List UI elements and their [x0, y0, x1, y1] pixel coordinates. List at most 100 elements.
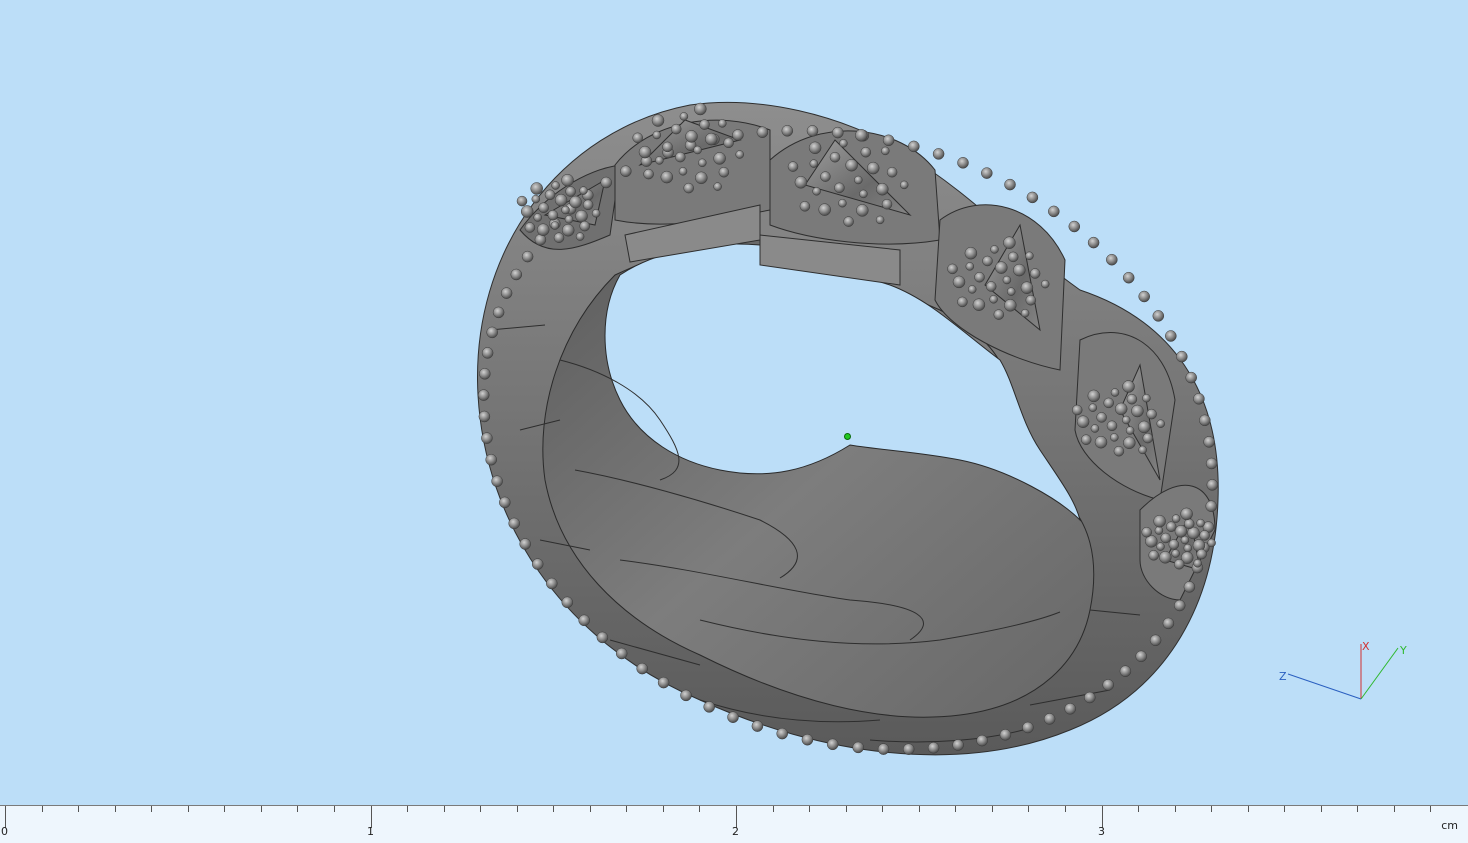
bead: [1196, 548, 1207, 560]
bead: [575, 209, 588, 223]
bead: [1176, 350, 1188, 363]
ruler-tick: [261, 806, 262, 812]
bead: [703, 701, 715, 713]
bead: [1084, 691, 1096, 704]
ruler-tick: [553, 806, 554, 812]
bead: [698, 158, 707, 168]
bead: [479, 368, 491, 380]
bead: [932, 148, 945, 160]
bead: [781, 125, 794, 137]
ruler-label: 0: [1, 825, 8, 838]
bead: [1180, 507, 1193, 521]
bead: [1160, 532, 1171, 544]
bead: [564, 215, 574, 224]
bead: [995, 261, 1008, 274]
bead: [1003, 236, 1016, 249]
bead: [521, 250, 534, 263]
rotation-pivot-marker: [844, 433, 851, 440]
y-axis-label: Y: [1399, 644, 1407, 657]
bead: [1148, 550, 1159, 561]
bead: [713, 152, 726, 165]
bead: [1029, 268, 1041, 279]
bead: [1138, 290, 1150, 303]
bead: [1087, 389, 1101, 403]
bead: [843, 216, 854, 227]
bead: [809, 159, 819, 168]
bead: [1138, 445, 1147, 455]
bead: [516, 195, 528, 207]
bead: [1004, 178, 1016, 191]
bead: [866, 161, 880, 175]
bead: [981, 167, 993, 179]
bead: [1183, 543, 1193, 553]
bead: [965, 262, 975, 271]
bead: [886, 166, 898, 178]
bead: [826, 738, 839, 751]
ruler-tick: [699, 806, 700, 812]
bead: [1193, 393, 1205, 405]
bead: [600, 176, 612, 189]
ruler-tick: [1357, 806, 1358, 812]
bead: [881, 198, 893, 210]
ring-3d-model[interactable]: [0, 0, 1468, 805]
bead: [1110, 433, 1119, 442]
bead: [660, 170, 674, 184]
bead: [727, 711, 739, 723]
bead: [1203, 436, 1215, 448]
bead: [1183, 581, 1196, 593]
bead: [510, 268, 523, 281]
bead: [1154, 526, 1164, 535]
ruler-tick: [590, 806, 591, 812]
bead: [1199, 414, 1211, 427]
ruler-tick: [1394, 806, 1395, 812]
bead: [756, 126, 769, 138]
bead: [1165, 330, 1177, 342]
bead: [481, 347, 494, 359]
bead: [751, 720, 764, 732]
ruler-tick: [297, 806, 298, 812]
bead: [799, 201, 811, 212]
bead: [1141, 526, 1152, 538]
3d-viewport[interactable]: X Y Z: [0, 0, 1468, 805]
bead: [787, 161, 799, 172]
bead: [591, 209, 601, 218]
bead: [794, 176, 808, 189]
bead: [638, 145, 652, 159]
bead: [1142, 393, 1151, 403]
bead: [680, 689, 692, 702]
ruler-tick: [334, 806, 335, 812]
bead: [662, 141, 673, 153]
bead: [818, 203, 831, 216]
bead: [536, 223, 550, 236]
bead: [801, 733, 814, 746]
bead: [854, 175, 863, 185]
bead: [582, 199, 594, 211]
bead: [1142, 432, 1154, 444]
ruler-tick: [1028, 806, 1029, 812]
bead: [531, 194, 541, 204]
bead: [972, 298, 986, 311]
bead: [1146, 408, 1157, 420]
bead: [1206, 479, 1219, 491]
bead: [902, 743, 915, 755]
bead: [964, 246, 978, 260]
ruler-tick: [151, 806, 152, 812]
bead: [1137, 420, 1151, 434]
bead: [596, 631, 609, 644]
bead: [554, 193, 568, 207]
bead: [565, 186, 576, 197]
ruler-label: 2: [732, 825, 739, 838]
bead: [1196, 518, 1205, 528]
bead: [1113, 445, 1125, 457]
bead: [553, 232, 565, 243]
bead: [579, 220, 590, 232]
ruler-tick: [1430, 806, 1431, 812]
ruler-label: 1: [367, 825, 374, 838]
bead: [735, 150, 744, 159]
bead: [1002, 275, 1012, 285]
bead: [657, 676, 670, 689]
bead: [1080, 434, 1092, 445]
bead: [695, 171, 708, 185]
bead: [679, 112, 689, 121]
bead: [652, 130, 662, 140]
